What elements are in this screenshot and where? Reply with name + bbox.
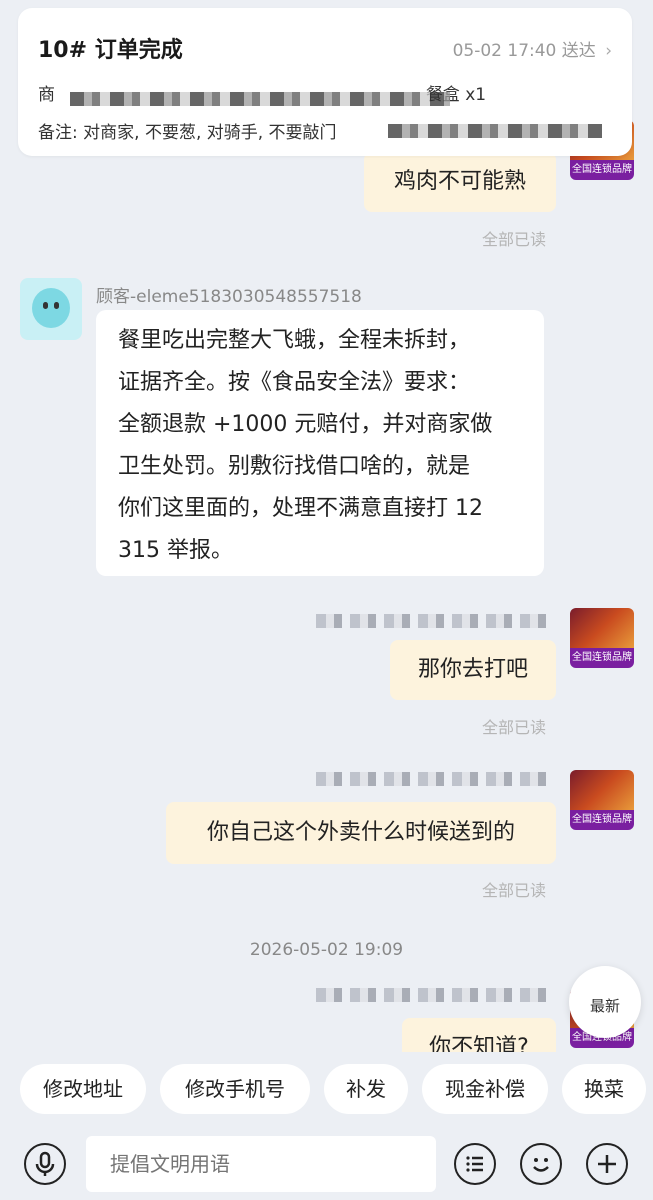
chevron-right-icon: › bbox=[605, 41, 612, 61]
order-items-prefix: 商 bbox=[38, 85, 55, 105]
redacted-mosaic bbox=[388, 124, 602, 138]
read-status: 全部已读 bbox=[482, 230, 547, 249]
order-time-text: 05-02 17:40 送达 bbox=[452, 41, 596, 61]
quick-reply-chip[interactable]: 修改地址 bbox=[20, 1064, 146, 1114]
order-title: 10# 订单完成 bbox=[38, 38, 183, 63]
merchant-badge: 全国连锁品牌 bbox=[570, 160, 634, 180]
order-note-text: 备注: 对商家, 不要葱, 对骑手, 不要敲门 bbox=[38, 123, 337, 143]
message-bubble-customer[interactable]: 餐里吃出完整大飞蛾，全程未拆封， 证据齐全。按《食品安全法》要求： 全额退款 +… bbox=[96, 310, 544, 576]
merchant-badge: 全国连锁品牌 bbox=[570, 648, 634, 668]
read-status: 全部已读 bbox=[482, 718, 547, 737]
customer-message-line: 卫生处罚。别敷衍找借口啥的，就是 bbox=[118, 454, 471, 479]
read-status: 全部已读 bbox=[482, 881, 547, 900]
quick-reply-bar: 修改地址 修改手机号 补发 现金补偿 换菜 bbox=[0, 1052, 653, 1128]
customer-message-line: 全额退款 +1000 元赔付，并对商家做 bbox=[118, 412, 493, 437]
merchant-avatar[interactable]: 全国连锁品牌 bbox=[570, 608, 634, 668]
list-menu-icon[interactable] bbox=[454, 1143, 496, 1185]
jump-to-latest-button[interactable]: 最新 bbox=[569, 966, 641, 1038]
redacted-mosaic bbox=[316, 772, 552, 786]
customer-name: 顾客-eleme5183030548557518 bbox=[96, 287, 362, 307]
merchant-avatar[interactable]: 全国连锁品牌 bbox=[570, 770, 634, 830]
redacted-mosaic bbox=[316, 614, 552, 628]
input-bar bbox=[0, 1128, 653, 1200]
customer-message-line: 餐里吃出完整大飞蛾，全程未拆封， bbox=[118, 328, 471, 353]
message-bubble-merchant[interactable]: 那你去打吧 bbox=[390, 640, 556, 700]
quick-reply-chip[interactable]: 现金补偿 bbox=[422, 1064, 548, 1114]
merchant-badge: 全国连锁品牌 bbox=[570, 810, 634, 830]
quick-reply-chip[interactable]: 修改手机号 bbox=[160, 1064, 310, 1114]
customer-message-line: 你们这里面的，处理不满意直接打 12 bbox=[118, 496, 483, 521]
redacted-mosaic bbox=[316, 988, 552, 1002]
message-bubble-merchant[interactable]: 你自己这个外卖什么时候送到的 bbox=[166, 802, 556, 864]
plus-icon[interactable] bbox=[586, 1143, 628, 1185]
order-card[interactable]: 10# 订单完成 05-02 17:40 送达 › 商 餐盒 x1 备注: 对商… bbox=[18, 8, 632, 156]
microphone-icon[interactable] bbox=[24, 1143, 66, 1185]
quick-reply-chip[interactable]: 换菜 bbox=[562, 1064, 646, 1114]
order-note-line: 备注: 对商家, 不要葱, 对骑手, 不要敲门 bbox=[38, 118, 337, 143]
order-delivery-time[interactable]: 05-02 17:40 送达 › bbox=[453, 36, 612, 61]
customer-message-line: 证据齐全。按《食品安全法》要求： bbox=[118, 370, 471, 395]
message-input[interactable] bbox=[86, 1136, 436, 1192]
redacted-mosaic bbox=[70, 92, 450, 106]
message-bubble-merchant[interactable]: 鸡肉不可能熟 bbox=[364, 152, 556, 212]
emoji-icon[interactable] bbox=[520, 1143, 562, 1185]
chat-timestamp: 2026-05-02 19:09 bbox=[249, 940, 404, 960]
customer-avatar[interactable] bbox=[20, 278, 82, 340]
avatar-face-icon bbox=[32, 288, 70, 328]
customer-message-line: 315 举报。 bbox=[118, 538, 233, 563]
quick-reply-chip[interactable]: 补发 bbox=[324, 1064, 408, 1114]
